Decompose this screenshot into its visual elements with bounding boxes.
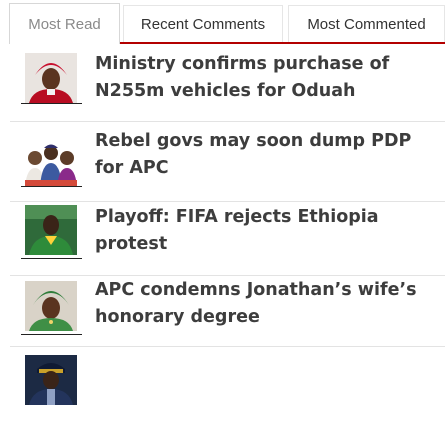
- thumbnail-underline: [21, 186, 82, 187]
- list-item[interactable]: Ministry confirms purchase of N255m vehi…: [0, 44, 445, 122]
- tab-most-commented[interactable]: Most Commented: [288, 5, 445, 42]
- tab-bar: Most Read Recent Comments Most Commented: [9, 0, 445, 44]
- thumbnail-underline: [21, 103, 82, 104]
- article-thumbnail[interactable]: [25, 53, 77, 103]
- article-title[interactable]: APC condemns Jonathan’s wife’s honorary …: [95, 277, 440, 331]
- tab-recent-comments[interactable]: Recent Comments: [123, 5, 283, 42]
- list-item[interactable]: [0, 346, 445, 424]
- article-thumbnail[interactable]: [25, 281, 77, 331]
- thumbnail-underline: [21, 334, 82, 335]
- article-thumbnail[interactable]: [25, 136, 77, 186]
- tab-most-read[interactable]: Most Read: [9, 3, 120, 44]
- article-thumbnail[interactable]: [25, 205, 77, 255]
- article-title[interactable]: Rebel govs may soon dump PDP for APC: [95, 128, 440, 182]
- list-item[interactable]: Rebel govs may soon dump PDP for APC: [0, 122, 445, 202]
- article-title[interactable]: Ministry confirms purchase of N255m vehi…: [95, 51, 440, 105]
- list-item[interactable]: Playoff: FIFA rejects Ethiopia protest: [0, 202, 445, 280]
- thumbnail-underline: [21, 258, 82, 259]
- article-thumbnail[interactable]: [25, 355, 77, 405]
- most-read-widget: Most Read Recent Comments Most Commented…: [0, 0, 445, 405]
- list-item[interactable]: APC condemns Jonathan’s wife’s honorary …: [0, 275, 445, 353]
- article-title[interactable]: Playoff: FIFA rejects Ethiopia protest: [95, 204, 440, 258]
